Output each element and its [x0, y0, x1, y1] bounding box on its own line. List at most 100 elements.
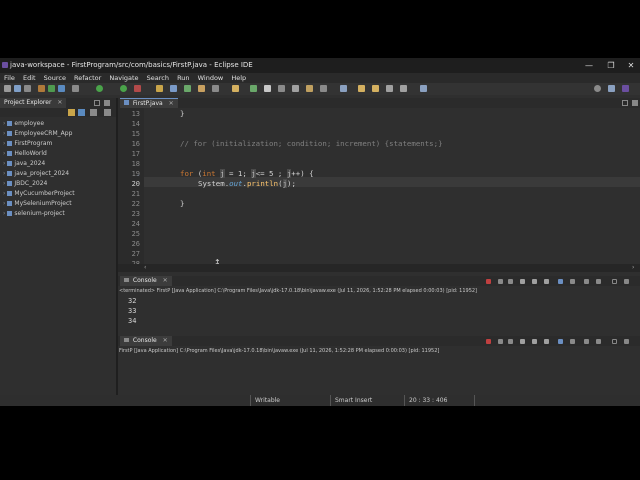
clear-console-icon[interactable]: [520, 279, 525, 284]
search-toolbar-icon[interactable]: [594, 85, 601, 92]
new-java-project-icon[interactable]: [156, 85, 163, 92]
menu-navigate[interactable]: Navigate: [109, 74, 138, 82]
show-whitespace-icon[interactable]: [278, 85, 285, 92]
menu-file[interactable]: File: [4, 74, 15, 82]
word-wrap-icon[interactable]: [544, 279, 549, 284]
fold-icon[interactable]: ◦: [137, 173, 140, 179]
next-edit-icon[interactable]: [400, 85, 407, 92]
back-icon[interactable]: [358, 85, 365, 92]
previous-edit-icon[interactable]: [386, 85, 393, 92]
filter-icon[interactable]: [90, 109, 97, 116]
terminate-icon[interactable]: [486, 339, 491, 344]
view-menu-icon[interactable]: [596, 339, 601, 344]
minimize-button[interactable]: —: [582, 58, 596, 73]
close-icon[interactable]: ✕: [169, 100, 174, 107]
link-with-editor-icon[interactable]: [78, 109, 85, 116]
close-button[interactable]: ✕: [624, 58, 638, 73]
new-icon[interactable]: [4, 85, 11, 92]
menu-edit[interactable]: Edit: [23, 74, 36, 82]
pin-console-icon[interactable]: [558, 279, 563, 284]
terminate-icon[interactable]: [486, 279, 491, 284]
tree-item[interactable]: › java_2024: [3, 160, 45, 167]
menu-source[interactable]: Source: [44, 74, 66, 82]
close-icon[interactable]: ✕: [163, 277, 168, 284]
tab-project-explorer[interactable]: Project Explorer ✕: [0, 98, 67, 108]
external-tools-icon[interactable]: [72, 85, 79, 92]
open-console-icon[interactable]: [584, 279, 589, 284]
console-1-body[interactable]: <terminated> FirstP [Java Application] C…: [118, 287, 640, 331]
pin-console-icon[interactable]: [558, 339, 563, 344]
save-icon[interactable]: [14, 85, 21, 92]
scroll-left-icon[interactable]: ‹: [144, 264, 146, 271]
tree-item[interactable]: › selenium-project: [3, 210, 65, 217]
minimize-view-icon[interactable]: [612, 279, 617, 284]
scroll-lock-icon[interactable]: [532, 339, 537, 344]
console-2-body[interactable]: FirstP [Java Application] C:\Program Fil…: [118, 347, 640, 393]
tree-item[interactable]: › FirstProgram: [3, 140, 52, 147]
run-last-icon[interactable]: [120, 85, 127, 92]
close-icon[interactable]: ✕: [57, 99, 62, 106]
tree-item[interactable]: › java_project_2024: [3, 170, 69, 177]
forward-icon[interactable]: [372, 85, 379, 92]
tab-console[interactable]: Console ✕: [120, 276, 172, 286]
toggle-mark-icon[interactable]: [264, 85, 271, 92]
display-console-icon[interactable]: [570, 279, 575, 284]
view-menu-icon[interactable]: [104, 109, 111, 116]
minimize-view-icon[interactable]: [622, 100, 628, 106]
collapse-all-icon[interactable]: [68, 109, 75, 116]
tree-item[interactable]: › EmployeeCRM_App: [3, 130, 72, 137]
open-type-icon[interactable]: [198, 85, 205, 92]
close-icon[interactable]: ✕: [163, 337, 168, 344]
save-all-icon[interactable]: [24, 85, 31, 92]
minimize-view-icon[interactable]: [612, 339, 617, 344]
tree-item[interactable]: › HelloWorld: [3, 150, 47, 157]
menu-project[interactable]: Run: [177, 74, 189, 82]
last-edit-icon[interactable]: [340, 85, 347, 92]
menu-refactor[interactable]: Refactor: [74, 74, 101, 82]
display-console-icon[interactable]: [570, 339, 575, 344]
console-tab-label: Console: [132, 277, 157, 284]
java-perspective-icon[interactable]: [622, 85, 629, 92]
remove-all-icon[interactable]: [508, 279, 513, 284]
tree-item[interactable]: › employee: [3, 120, 44, 127]
new-class-icon[interactable]: [184, 85, 191, 92]
run-button-icon[interactable]: [96, 85, 103, 92]
annotation-icon[interactable]: [232, 85, 239, 92]
editor-horizontal-scrollbar[interactable]: ‹ ›: [118, 264, 640, 272]
perspective-icon[interactable]: [420, 85, 427, 92]
search-icon[interactable]: [212, 85, 219, 92]
menu-run[interactable]: Window: [198, 74, 224, 82]
link-icon[interactable]: [320, 85, 327, 92]
scroll-lock-icon[interactable]: [532, 279, 537, 284]
open-perspective-icon[interactable]: [608, 85, 615, 92]
minimize-view-icon[interactable]: [94, 100, 100, 106]
maximize-view-icon[interactable]: [624, 279, 629, 284]
maximize-view-icon[interactable]: [632, 100, 638, 106]
next-annotation-icon[interactable]: [250, 85, 257, 92]
tab-console[interactable]: Console ✕: [120, 336, 172, 346]
block-selection-icon[interactable]: [292, 85, 299, 92]
maximize-button[interactable]: ❐: [604, 58, 618, 73]
menu-window[interactable]: Help: [231, 74, 246, 82]
remove-launch-icon[interactable]: [498, 279, 503, 284]
editor-tab-bar: FirstP.java ✕: [118, 98, 640, 109]
run-icon[interactable]: [48, 85, 55, 92]
maximize-view-icon[interactable]: [624, 339, 629, 344]
open-console-icon[interactable]: [584, 339, 589, 344]
view-menu-icon[interactable]: [596, 279, 601, 284]
maximize-view-icon[interactable]: [104, 100, 110, 106]
clear-console-icon[interactable]: [520, 339, 525, 344]
new-package-icon[interactable]: [170, 85, 177, 92]
tree-item[interactable]: › MyCucumberProject: [3, 190, 75, 197]
coverage-icon[interactable]: [58, 85, 65, 92]
remove-launch-icon[interactable]: [498, 339, 503, 344]
scroll-right-icon[interactable]: ›: [632, 264, 634, 271]
word-wrap-icon[interactable]: [544, 339, 549, 344]
debug-icon[interactable]: [38, 85, 45, 92]
menu-search[interactable]: Search: [147, 74, 169, 82]
pin-icon[interactable]: [306, 85, 313, 92]
stop-icon[interactable]: [134, 85, 141, 92]
remove-all-icon[interactable]: [508, 339, 513, 344]
tree-item[interactable]: › MySeleniumProject: [3, 200, 72, 207]
tree-item[interactable]: › JBDC_2024: [3, 180, 47, 187]
